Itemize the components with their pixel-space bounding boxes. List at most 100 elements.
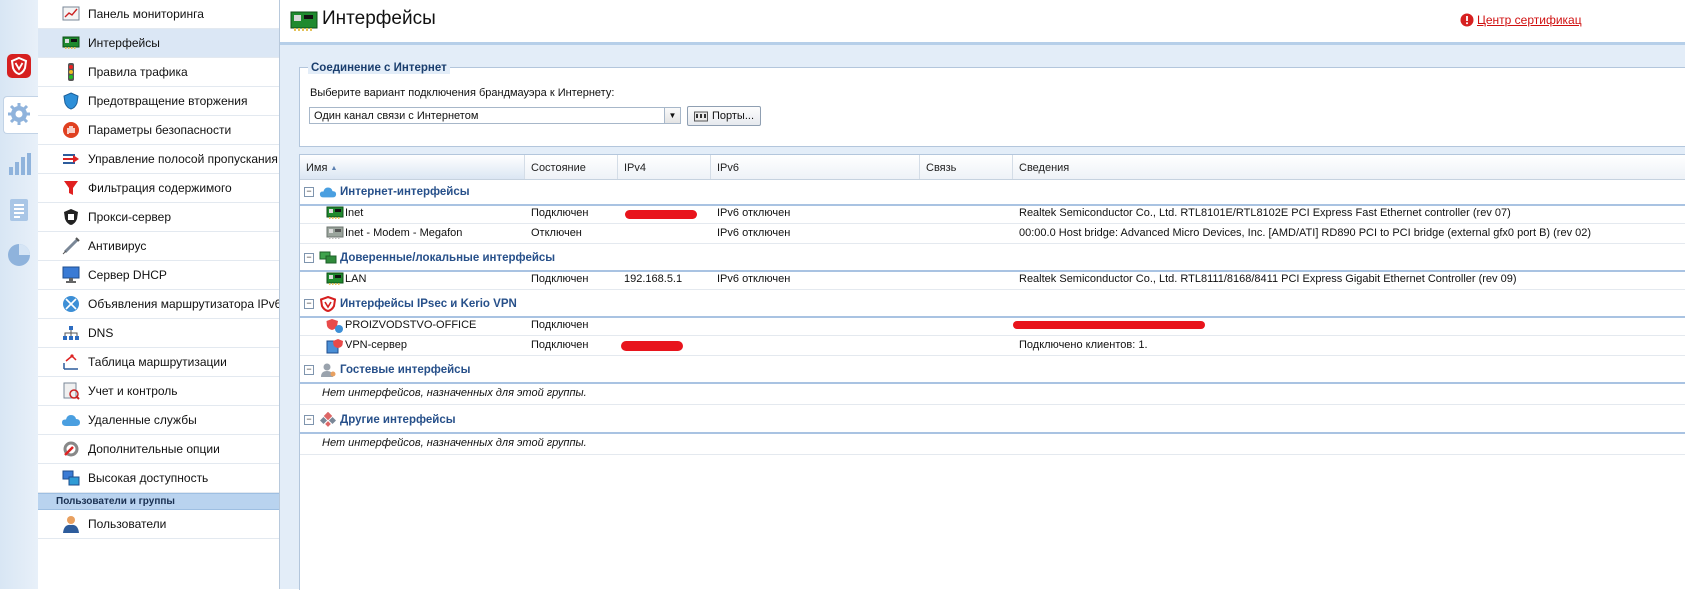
nav-item-3[interactable]: Предотвращение вторжения bbox=[38, 87, 279, 116]
configuration-rail-button[interactable] bbox=[4, 99, 34, 129]
cell-ipv6: IPv6 отключен bbox=[717, 227, 791, 239]
column-header-4[interactable]: Связь bbox=[920, 155, 1013, 179]
status-rail-button[interactable] bbox=[4, 240, 34, 270]
ipv4-redaction-mark bbox=[621, 341, 683, 351]
column-header-label: Имя bbox=[306, 162, 328, 174]
group-row-0[interactable]: − Интернет-интерфейсы bbox=[300, 180, 1685, 206]
logs-rail-button[interactable] bbox=[4, 195, 34, 225]
column-header-label: Состояние bbox=[531, 162, 586, 174]
vpn-shield-icon bbox=[319, 296, 337, 312]
bandwidth-icon bbox=[61, 150, 81, 168]
nav-item-7[interactable]: Прокси-сервер bbox=[38, 203, 279, 232]
cell-name: Inet bbox=[345, 207, 364, 219]
cell-name: VPN-сервер bbox=[345, 339, 407, 351]
pie-chart-icon bbox=[8, 244, 30, 266]
nav-item-11[interactable]: DNS bbox=[38, 319, 279, 348]
column-header-label: IPv6 bbox=[717, 162, 740, 174]
nav-item-13[interactable]: Учет и контроль bbox=[38, 377, 279, 406]
nav-item-8[interactable]: Антивирус bbox=[38, 232, 279, 261]
nav-item-users[interactable]: Пользователи bbox=[38, 510, 279, 539]
nav-item-label: Антивирус bbox=[88, 239, 147, 253]
nav-item-2[interactable]: Правила трафика bbox=[38, 58, 279, 87]
bar-chart-icon bbox=[9, 153, 31, 175]
nav-item-label: Сервер DHCP bbox=[88, 268, 167, 282]
nav-item-label: Таблица маршрутизации bbox=[88, 355, 227, 369]
cell-state: Подключен bbox=[531, 339, 589, 351]
group-title: Гостевые интерфейсы bbox=[340, 364, 471, 376]
column-header-3[interactable]: IPv6 bbox=[711, 155, 920, 179]
servers-icon bbox=[61, 469, 81, 487]
collapse-toggle[interactable]: − bbox=[304, 415, 314, 425]
nav-item-14[interactable]: Удаленные службы bbox=[38, 406, 279, 435]
nav-item-16[interactable]: Высокая доступность bbox=[38, 464, 279, 493]
nav-item-label: Параметры безопасности bbox=[88, 123, 232, 137]
vpn-server-icon bbox=[326, 338, 344, 357]
nav-item-10[interactable]: Объявления маршрутизатора IPv6 bbox=[38, 290, 279, 319]
group-title: Другие интерфейсы bbox=[340, 414, 456, 426]
connection-mode-value: Один канал связи с Интернетом bbox=[314, 110, 479, 122]
nav-item-label: Предотвращение вторжения bbox=[88, 94, 248, 108]
collapse-toggle[interactable]: − bbox=[304, 365, 314, 375]
nav-item-5[interactable]: Управление полосой пропускания и С bbox=[38, 145, 279, 174]
table-row[interactable]: LAN Подключен 192.168.5.1 IPv6 отключен Real… bbox=[300, 270, 1685, 290]
cell-details: Realtek Semiconductor Co., Ltd. RTL8111/… bbox=[1019, 273, 1517, 285]
table-row[interactable]: VPN-сервер Подключен Подключено клиентов: … bbox=[300, 336, 1685, 356]
nav-item-6[interactable]: Фильтрация содержимого bbox=[38, 174, 279, 203]
syringe-icon bbox=[61, 237, 81, 255]
group-row-3[interactable]: − Гостевые интерфейсы bbox=[300, 358, 1685, 384]
gear-icon bbox=[8, 103, 30, 125]
internet-connection-legend: Соединение с Интернет bbox=[308, 62, 450, 74]
nav-item-4[interactable]: Параметры безопасности bbox=[38, 116, 279, 145]
certificate-center-link[interactable]: Центр сертификац bbox=[1460, 13, 1582, 27]
nav-item-1[interactable]: Интерфейсы bbox=[38, 29, 279, 58]
nav-list: Панель мониторинга Интерфейсы Правила траф… bbox=[38, 0, 279, 493]
nav-item-15[interactable]: Дополнительные опции bbox=[38, 435, 279, 464]
collapse-toggle[interactable]: − bbox=[304, 253, 314, 263]
column-header-5[interactable]: Сведения bbox=[1013, 155, 1685, 179]
page-title: Интерфейсы bbox=[322, 8, 436, 29]
column-header-1[interactable]: Состояние bbox=[525, 155, 618, 179]
table-row[interactable]: PROIZVODSTVO-OFFICE Подключен bbox=[300, 316, 1685, 336]
network-card-icon bbox=[61, 34, 81, 52]
grid-header: Имя ▲ Состояние IPv4 IPv6 Связь Сведения bbox=[300, 155, 1685, 180]
connection-mode-select[interactable]: Один канал связи с Интернетом ▼ bbox=[309, 107, 681, 124]
cell-name: Inet - Modem - Megafon bbox=[345, 227, 463, 239]
cloud-icon bbox=[61, 411, 81, 429]
network-card-icon bbox=[326, 272, 344, 289]
interfaces-grid: Имя ▲ Состояние IPv4 IPv6 Связь Сведения − Инте… bbox=[299, 154, 1685, 590]
cell-state: Отключен bbox=[531, 227, 582, 239]
cell-ipv4: 192.168.5.1 bbox=[624, 273, 683, 285]
cell-ipv6: IPv6 отключен bbox=[717, 273, 791, 285]
column-header-label: IPv4 bbox=[624, 162, 647, 174]
cell-name: PROIZVODSTVO-OFFICE bbox=[345, 319, 477, 331]
collapse-toggle[interactable]: − bbox=[304, 299, 314, 309]
nav-item-12[interactable]: Таблица маршрутизации bbox=[38, 348, 279, 377]
vpn-tunnel-icon bbox=[326, 318, 344, 337]
group-row-1[interactable]: − Доверенные/локальные интерфейсы bbox=[300, 246, 1685, 272]
nav-item-label: Удаленные службы bbox=[88, 413, 197, 427]
group-row-2[interactable]: − Интерфейсы IPsec и Kerio VPN bbox=[300, 292, 1685, 318]
column-header-label: Сведения bbox=[1019, 162, 1070, 174]
document-list-icon bbox=[10, 199, 28, 221]
nav-item-0[interactable]: Панель мониторинга bbox=[38, 0, 279, 29]
column-header-2[interactable]: IPv4 bbox=[618, 155, 711, 179]
dns-tree-icon bbox=[61, 324, 81, 342]
statistics-rail-button[interactable] bbox=[4, 149, 34, 179]
column-header-0[interactable]: Имя ▲ bbox=[300, 155, 525, 179]
proxy-icon bbox=[61, 208, 81, 226]
connection-mode-prompt: Выберите вариант подключения брандмауэра… bbox=[310, 87, 615, 99]
guest-user-icon bbox=[319, 362, 337, 378]
table-row[interactable]: Inet - Modem - Megafon Отключен IPv6 отклю… bbox=[300, 224, 1685, 244]
nav-item-9[interactable]: Сервер DHCP bbox=[38, 261, 279, 290]
collapse-toggle[interactable]: − bbox=[304, 187, 314, 197]
chevron-down-icon[interactable]: ▼ bbox=[664, 108, 680, 123]
monitor-icon bbox=[61, 266, 81, 284]
security-rail-button[interactable] bbox=[4, 51, 34, 81]
group-row-4[interactable]: − Другие интерфейсы bbox=[300, 408, 1685, 434]
ports-button[interactable]: Порты... bbox=[687, 106, 761, 126]
nav-item-label: Дополнительные опции bbox=[88, 442, 220, 456]
group-title: Интернет-интерфейсы bbox=[340, 186, 470, 198]
hand-stop-icon bbox=[61, 121, 81, 139]
column-header-label: Связь bbox=[926, 162, 957, 174]
table-row[interactable]: Inet Подключен IPv6 отключен Realtek Semico… bbox=[300, 204, 1685, 224]
